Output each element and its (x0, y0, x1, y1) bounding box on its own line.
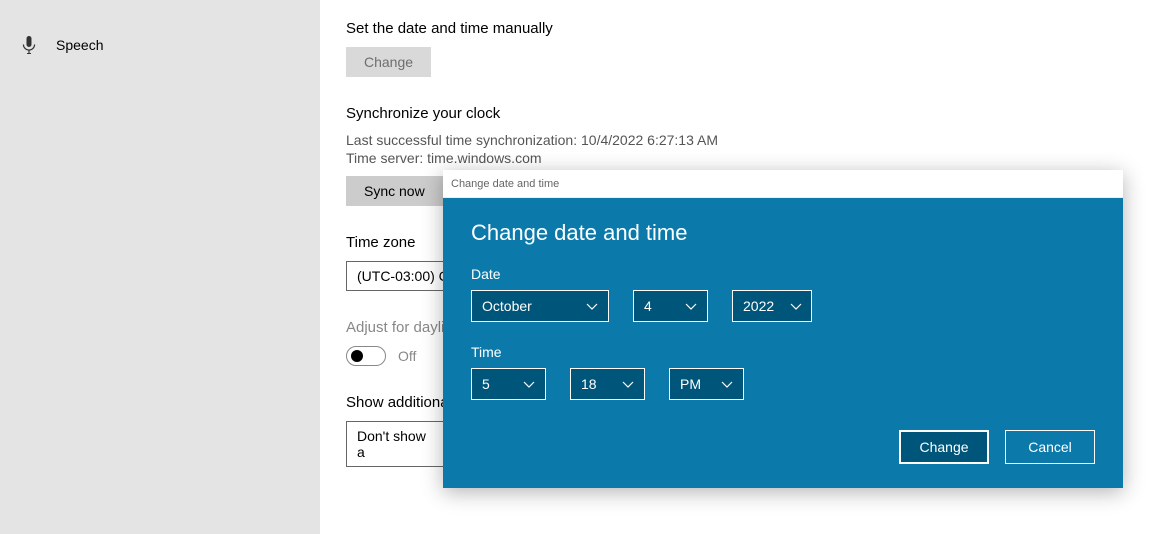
month-select[interactable]: October (471, 290, 609, 322)
month-value: October (482, 298, 532, 314)
sync-now-button[interactable]: Sync now (346, 176, 443, 206)
chevron-down-icon (622, 376, 634, 392)
dialog-heading: Change date and time (471, 220, 1095, 246)
toggle-knob (351, 350, 363, 362)
ampm-select[interactable]: PM (669, 368, 744, 400)
ampm-value: PM (680, 376, 701, 392)
set-manually-title: Set the date and time manually (346, 20, 1154, 37)
sync-title: Synchronize your clock (346, 105, 1154, 122)
dialog-titlebar[interactable]: Change date and time (443, 170, 1123, 198)
chevron-down-icon (790, 298, 802, 314)
hour-value: 5 (482, 376, 490, 392)
dialog-body: Change date and time Date October 4 2022… (443, 198, 1123, 488)
day-select[interactable]: 4 (633, 290, 708, 322)
sidebar: Speech (0, 0, 320, 534)
time-label: Time (471, 344, 1095, 360)
sidebar-item-speech[interactable]: Speech (0, 28, 320, 62)
chevron-down-icon (586, 298, 598, 314)
date-row: October 4 2022 (471, 290, 1095, 322)
year-select[interactable]: 2022 (732, 290, 812, 322)
dialog-titlebar-text: Change date and time (451, 178, 559, 190)
sidebar-item-label: Speech (56, 37, 103, 53)
minute-select[interactable]: 18 (570, 368, 645, 400)
day-value: 4 (644, 298, 652, 314)
hour-select[interactable]: 5 (471, 368, 546, 400)
daylight-toggle[interactable] (346, 346, 386, 366)
dialog-cancel-button[interactable]: Cancel (1005, 430, 1095, 464)
timezone-value: (UTC-03:00) C (357, 268, 449, 284)
dialog-actions: Change Cancel (471, 430, 1095, 464)
set-manually-section: Set the date and time manually Change (346, 20, 1154, 77)
chevron-down-icon (685, 298, 697, 314)
microphone-icon (20, 36, 38, 54)
daylight-state: Off (398, 348, 416, 364)
time-row: 5 18 PM (471, 368, 1095, 400)
dialog-change-button[interactable]: Change (899, 430, 989, 464)
change-date-button[interactable]: Change (346, 47, 431, 77)
change-date-time-dialog: Change date and time Change date and tim… (443, 170, 1123, 488)
chevron-down-icon (721, 376, 733, 392)
additional-select[interactable]: Don't show a (346, 421, 446, 467)
chevron-down-icon (523, 376, 535, 392)
time-server-text: Time server: time.windows.com (346, 150, 1154, 166)
minute-value: 18 (581, 376, 597, 392)
date-label: Date (471, 266, 1095, 282)
last-sync-text: Last successful time synchronization: 10… (346, 132, 1154, 148)
additional-value: Don't show a (357, 428, 435, 460)
year-value: 2022 (743, 298, 774, 314)
